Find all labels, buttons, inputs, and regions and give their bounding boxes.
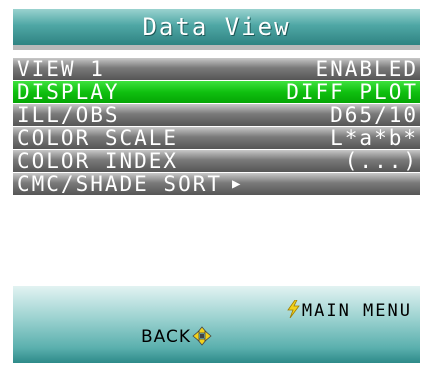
menu-item-view-1[interactable]: VIEW 1 ENABLED: [13, 58, 420, 80]
main-menu-button[interactable]: MAIN MENU: [286, 300, 412, 321]
menu-item-label: ILL/OBS: [17, 103, 120, 127]
menu-item-color-index[interactable]: COLOR INDEX (...): [13, 150, 420, 172]
menu-item-label: VIEW 1: [17, 57, 105, 81]
menu-item-ill-obs[interactable]: ILL/OBS D65/10: [13, 104, 420, 126]
lightning-bolt-icon: [287, 300, 300, 318]
menu-item-label: CMC/SHADE SORT ▶: [17, 173, 242, 195]
menu-item-label: DISPLAY: [17, 80, 120, 104]
title-bar: Data View: [13, 9, 420, 45]
device-screen: Data View VIEW 1 ENABLED DISPLAY DIFF PL…: [13, 9, 420, 363]
menu-item-value: D65/10: [330, 103, 418, 127]
dpad-icon: [192, 326, 212, 346]
menu-item-value: DIFF PLOT: [286, 80, 418, 104]
menu-item-color-scale[interactable]: COLOR SCALE L*a*b*: [13, 127, 420, 149]
menu-item-label: COLOR INDEX: [17, 149, 179, 173]
menu-list: VIEW 1 ENABLED DISPLAY DIFF PLOT ILL/OBS…: [13, 58, 420, 196]
menu-item-value: ENABLED: [315, 57, 418, 81]
title-divider: [13, 45, 420, 50]
menu-item-cmc-shade-sort[interactable]: CMC/SHADE SORT ▶: [13, 173, 420, 195]
menu-item-value: (...): [344, 149, 418, 173]
main-menu-label: MAIN MENU: [301, 301, 412, 321]
menu-item-label-text: CMC/SHADE SORT: [17, 172, 223, 196]
menu-item-value: L*a*b*: [330, 126, 418, 150]
menu-item-label: COLOR SCALE: [17, 126, 179, 150]
back-button[interactable]: BACK: [141, 326, 212, 347]
menu-item-display[interactable]: DISPLAY DIFF PLOT: [13, 81, 420, 103]
page-title: Data View: [142, 13, 291, 41]
footer-bar: MAIN MENU BACK: [13, 286, 420, 363]
back-label: BACK: [141, 327, 192, 347]
right-arrow-icon: ▶: [232, 176, 243, 192]
